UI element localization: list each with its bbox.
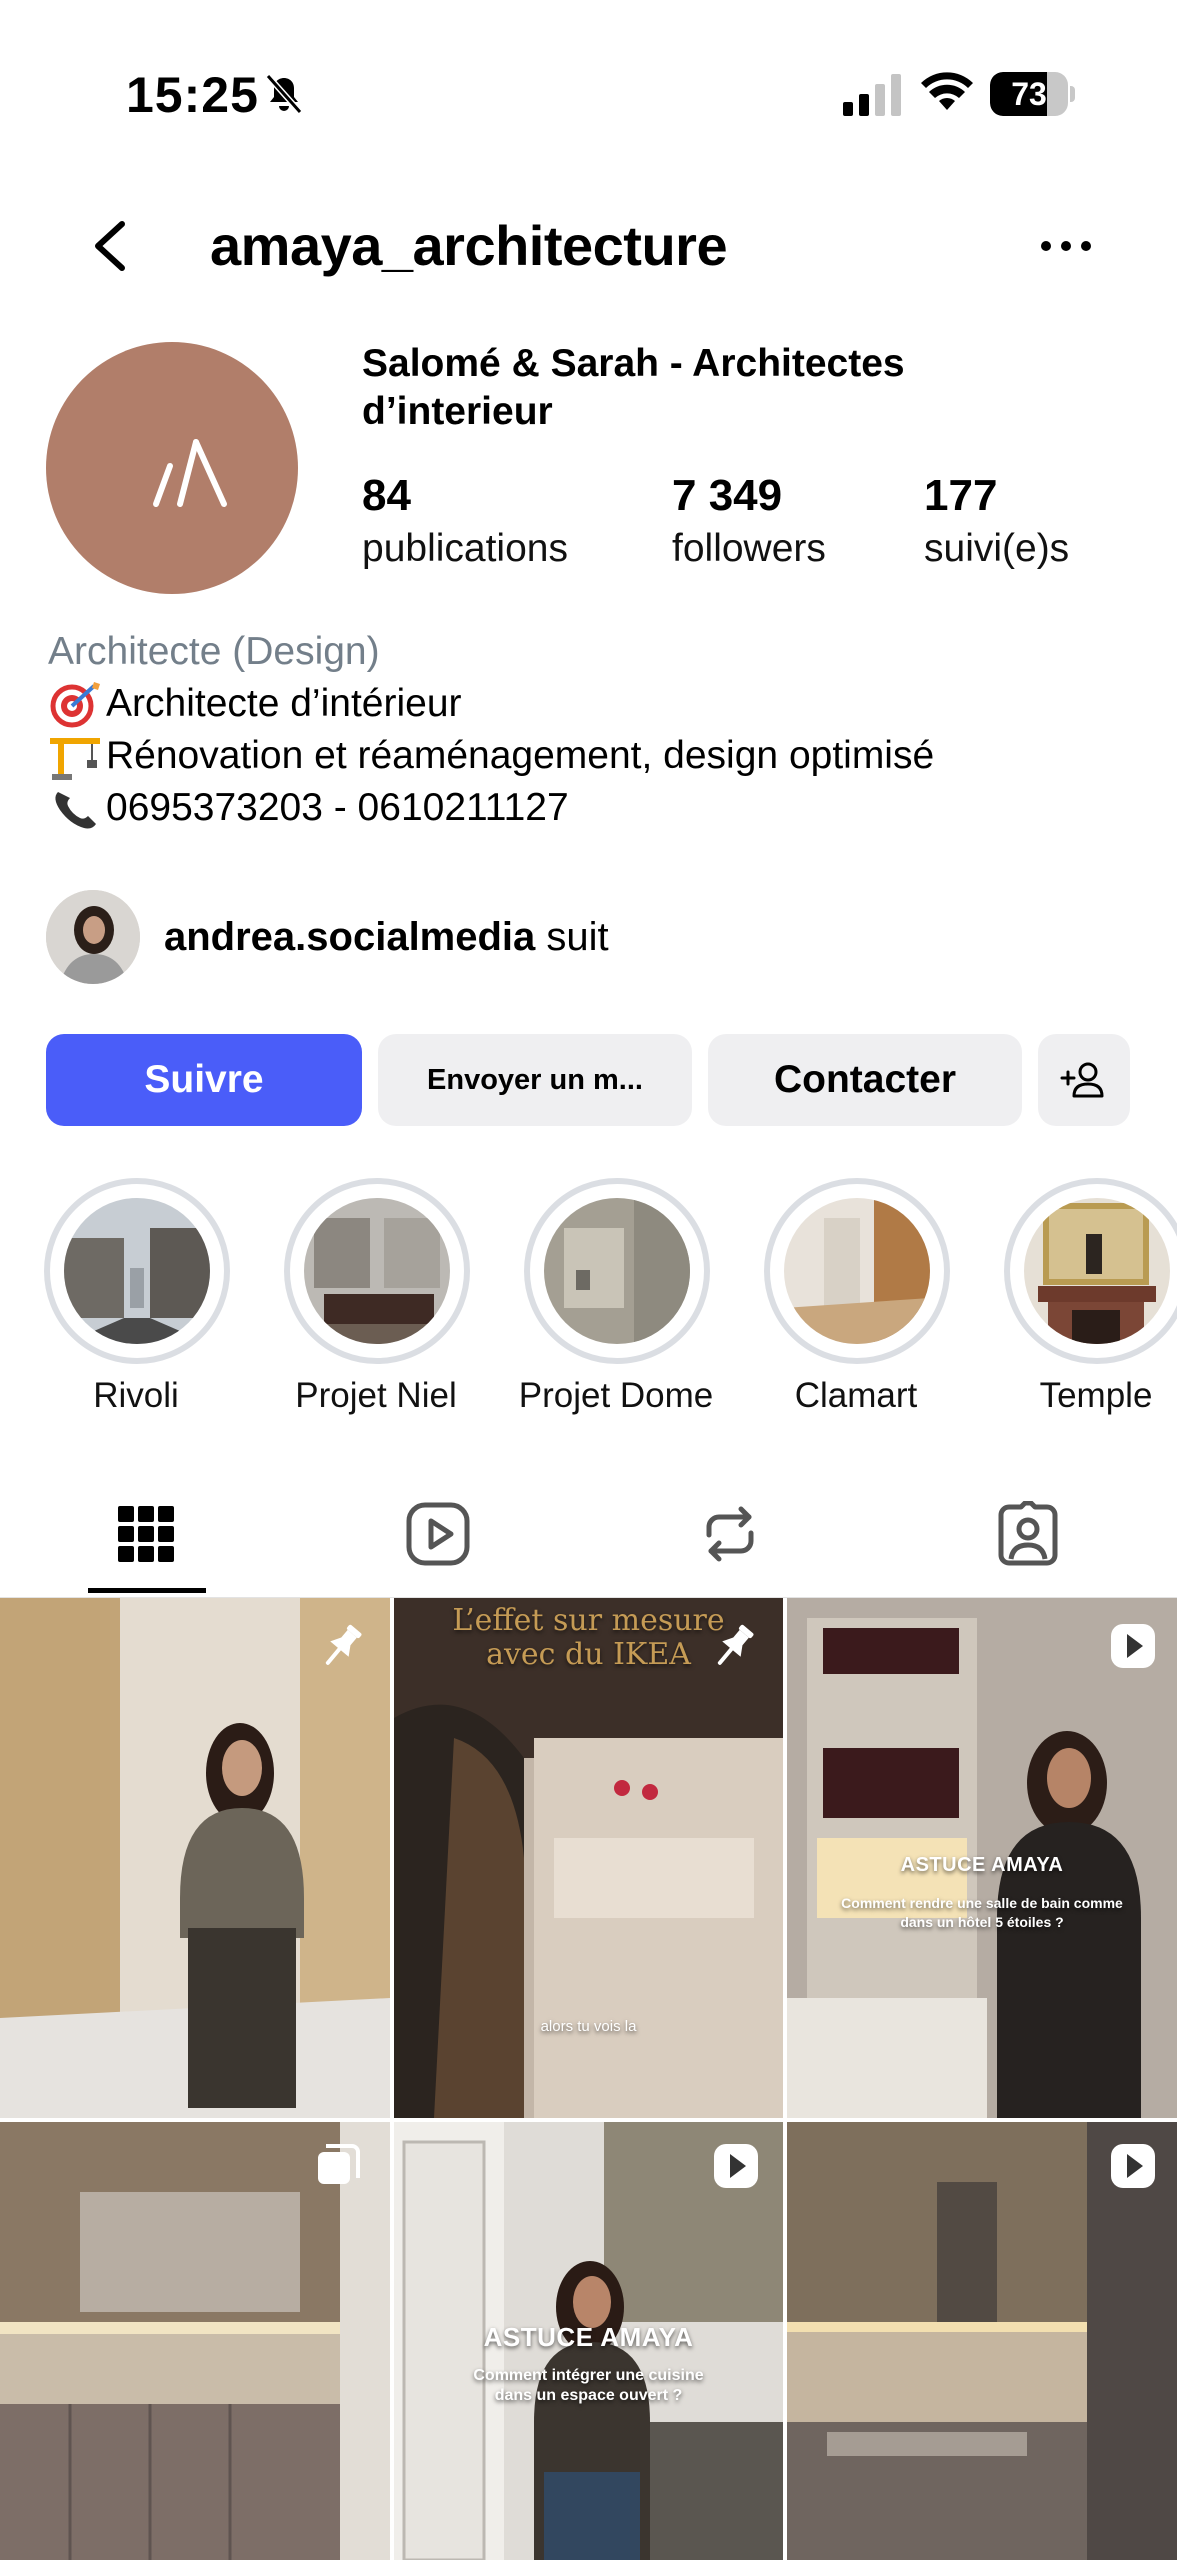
active-tab-indicator — [88, 1588, 206, 1593]
profile-avatar[interactable] — [46, 342, 298, 594]
post-tile[interactable] — [0, 1598, 390, 2118]
battery-label: 73 — [1011, 76, 1047, 112]
posts-grid: L’effet sur mesure avec du IKEA alors tu… — [0, 1598, 1177, 2560]
pin-icon — [717, 1624, 754, 1665]
post-tile[interactable]: ASTUCE AMAYA Comment intégrer une cuisin… — [394, 2122, 783, 2560]
phone-icon — [55, 792, 96, 829]
profile-bio: Architecte (Design) Architecte d’intérie… — [48, 626, 1148, 834]
tab-reels[interactable] — [320, 1470, 556, 1598]
bio-line: Architecte d’intérieur — [48, 678, 1148, 730]
stat-label: publications — [362, 527, 568, 570]
reels-icon — [406, 1502, 470, 1566]
reel-icon — [1111, 1624, 1155, 1668]
highlight-label: Temple — [1039, 1376, 1153, 1415]
grid-icon — [118, 1506, 174, 1562]
tab-reposts[interactable] — [612, 1470, 848, 1598]
tab-tagged[interactable] — [910, 1470, 1146, 1598]
post-overlay-title: ASTUCE AMAYA — [483, 2322, 694, 2352]
wifi-icon — [921, 72, 973, 110]
contact-button[interactable]: Contacter — [708, 1034, 1022, 1126]
profile-tabs — [0, 1470, 1177, 1598]
bio-text: Rénovation et réaménagement, design opti… — [106, 734, 935, 777]
highlight-label: Rivoli — [93, 1376, 179, 1415]
stat-following[interactable]: 177 suivi(e)s — [924, 468, 1069, 574]
profile-category: Architecte (Design) — [48, 630, 380, 673]
bio-text: Architecte d’intérieur — [106, 682, 462, 725]
battery-indicator: 73 — [990, 72, 1075, 116]
reposts-icon — [706, 1506, 754, 1562]
followed-by[interactable]: andrea.socialmedia suit — [46, 890, 609, 984]
highlight-label: Projet Dome — [518, 1376, 714, 1415]
status-time: 15:25 — [126, 67, 259, 123]
stat-followers[interactable]: 7 349 followers — [672, 468, 826, 574]
follow-button[interactable]: Suivre — [46, 1034, 362, 1126]
post-tile[interactable] — [787, 2122, 1177, 2560]
stat-value: 177 — [924, 471, 998, 520]
stat-label: suivi(e)s — [924, 527, 1070, 570]
more-options-icon[interactable] — [1036, 228, 1096, 264]
reel-icon — [714, 2144, 758, 2188]
back-arrow-icon[interactable] — [80, 210, 140, 282]
highlight-label: Projet Niel — [295, 1376, 457, 1415]
post-overlay-text: alors tu vois la — [540, 2018, 637, 2035]
followed-by-suffix: suit — [535, 914, 609, 959]
stat-value: 84 — [362, 471, 411, 520]
stat-value: 7 349 — [672, 471, 783, 520]
carousel-icon — [318, 2144, 360, 2184]
status-bar: 15:25 73 — [0, 0, 1177, 190]
message-button[interactable]: Envoyer un m... — [378, 1034, 692, 1126]
post-tile[interactable] — [0, 2122, 390, 2560]
bell-slash-icon — [265, 74, 303, 114]
tab-grid[interactable] — [28, 1470, 264, 1598]
bio-line: 0695373203 - 0610211127 — [48, 782, 1148, 834]
profile-username: amaya_architecture — [210, 214, 728, 277]
post-overlay-text: Comment rendre une salle de bain comme d… — [841, 1895, 1123, 1930]
reel-icon — [1111, 2144, 1155, 2188]
followed-by-text: andrea.socialmedia suit — [164, 915, 609, 960]
add-user-icon — [1060, 1062, 1104, 1098]
pin-icon — [325, 1624, 362, 1665]
follower-username[interactable]: andrea.socialmedia — [164, 915, 535, 959]
crane-icon — [50, 738, 100, 780]
add-user-button[interactable] — [1038, 1034, 1130, 1126]
highlight-label: Clamart — [794, 1376, 918, 1415]
bio-line: Rénovation et réaménagement, design opti… — [48, 730, 1148, 782]
post-overlay-text: Comment intégrer une cuisine dans un esp… — [473, 2367, 704, 2404]
signal-icon — [843, 74, 901, 116]
post-tile[interactable]: L’effet sur mesure avec du IKEA alors tu… — [394, 1598, 783, 2118]
stat-publications[interactable]: 84 publications — [362, 468, 568, 574]
target-icon — [50, 682, 100, 728]
follower-avatar — [46, 890, 140, 984]
post-overlay-title: ASTUCE AMAYA — [900, 1854, 1064, 1876]
profile-display-name: Salomé & Sarah - Architectes d’interieur — [362, 342, 905, 433]
tagged-icon — [998, 1501, 1058, 1566]
post-tile[interactable]: ASTUCE AMAYA Comment rendre une salle de… — [787, 1598, 1177, 2118]
phone-link[interactable]: 0695373203 - 0610211127 — [106, 782, 569, 834]
brand-logo-icon — [153, 439, 227, 507]
stat-label: followers — [672, 527, 826, 570]
